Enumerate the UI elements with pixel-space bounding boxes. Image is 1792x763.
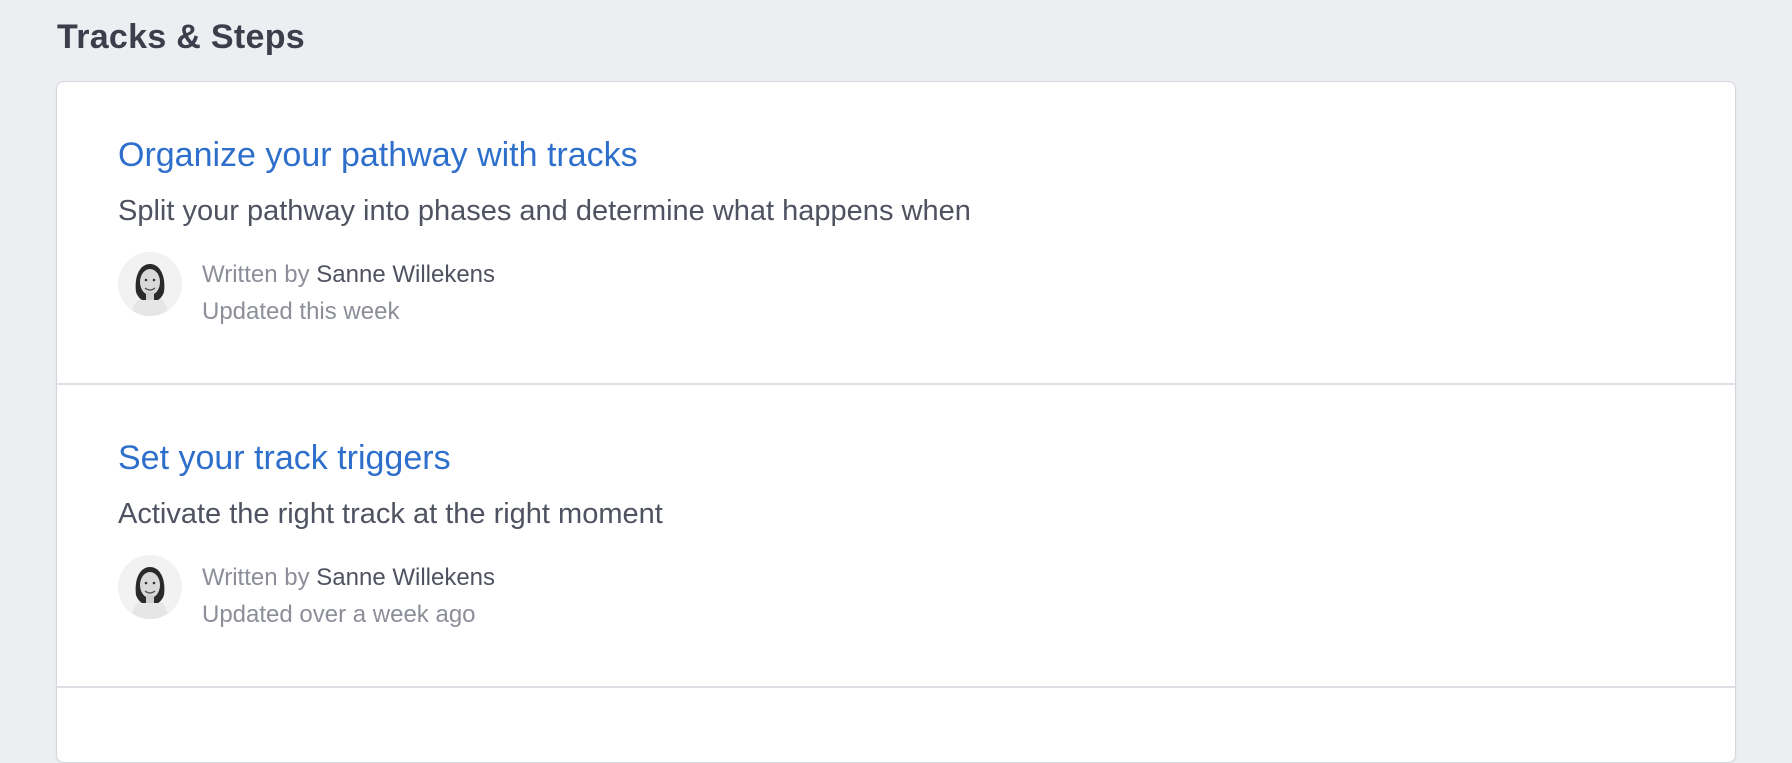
article-description: Activate the right track at the right mo… [118,498,663,530]
author-line: Written by Sanne Willekens [202,256,495,293]
updated-text: Updated this week [202,298,400,325]
updated-text: Updated over a week ago [202,601,476,628]
section-title: Tracks & Steps [57,18,305,56]
author-avatar [118,252,182,316]
author-name: Sanne Willekens [316,261,496,288]
article-title-link[interactable]: Organize your pathway with tracks [118,136,638,175]
article-item[interactable]: Organize your pathway with tracks Split … [57,82,1735,385]
author-avatar [118,555,182,619]
article-meta: Written by Sanne Willekens Updated this … [202,256,495,330]
articles-card: Organize your pathway with tracks Split … [56,81,1736,763]
article-meta: Written by Sanne Willekens Updated over … [202,559,495,633]
written-by-label: Written by [202,261,310,288]
article-item[interactable]: Set your track triggers Activate the rig… [57,385,1735,688]
article-description: Split your pathway into phases and deter… [118,195,971,227]
article-title-link[interactable]: Set your track triggers [118,439,451,478]
written-by-label: Written by [202,564,310,591]
author-line: Written by Sanne Willekens [202,559,495,596]
author-name: Sanne Willekens [316,564,496,591]
